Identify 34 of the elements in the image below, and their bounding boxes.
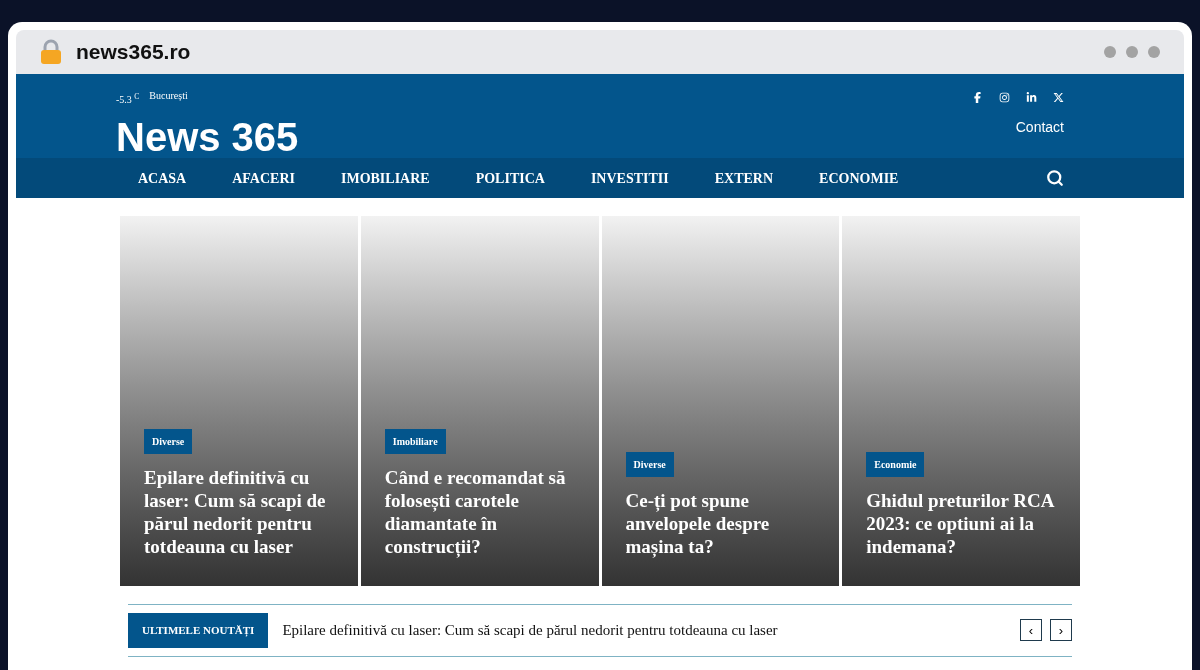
next-button[interactable]: ›	[1050, 619, 1072, 642]
previous-button[interactable]: ‹	[1020, 619, 1042, 642]
category-tag[interactable]: Diverse	[144, 429, 193, 454]
lock-icon	[40, 39, 62, 65]
contact-link[interactable]: Contact	[1015, 117, 1064, 138]
ticker-label: ULTIMELE NOUTĂȚI	[128, 613, 269, 648]
nav-link[interactable]: POLITICA	[475, 167, 545, 189]
category-tag[interactable]: Economie	[866, 452, 925, 477]
article-title[interactable]: Ce-ți pot spune anvelopele despre mașina ta?	[625, 489, 816, 558]
nav-link[interactable]: AFACERI	[232, 167, 295, 189]
search-icon[interactable]	[1046, 169, 1064, 187]
x-icon[interactable]	[1053, 92, 1064, 103]
facebook-icon[interactable]	[972, 92, 983, 103]
site-logo[interactable]: News 365	[116, 113, 299, 161]
nav-link[interactable]: INVESTITII	[590, 167, 669, 189]
category-tag[interactable]: Diverse	[625, 452, 674, 477]
url-text[interactable]: news365.ro	[76, 36, 191, 68]
article-title[interactable]: Epilare definitivă cu laser: Cum să scapi de părul nedorit pentru totdeauna cu laser	[144, 466, 334, 558]
article-card[interactable]: Economie Ghidul preturilor RCA 2023: ce optiuni ai la indemana?	[842, 216, 1080, 586]
category-tag[interactable]: Imobiliare	[384, 429, 446, 454]
article-title[interactable]: Când e recomandat să folosești carotele diamantate în construcții?	[384, 466, 575, 558]
nav-link[interactable]: ECONOMIE	[819, 167, 899, 189]
article-card[interactable]: Diverse Ce-ți pot spune anvelopele despre mașina ta?	[601, 216, 840, 586]
nav-link[interactable]: EXTERN	[714, 167, 774, 189]
ticker-headline[interactable]: Epilare definitivă cu laser: Cum să scapi de părul nedorit pentru totdeauna cu laser	[282, 619, 778, 642]
article-card[interactable]: Imobiliare Când e recomandat să folosești carotele diamantate în construcții?	[360, 216, 599, 586]
nav-link[interactable]: ACASA	[138, 167, 187, 189]
instagram-icon[interactable]	[999, 92, 1010, 103]
article-card[interactable]: Diverse Epilare definitivă cu laser: Cum să scapi de părul nedorit pentru totdeauna cu laser	[120, 216, 358, 586]
city-text: București	[149, 89, 188, 103]
article-title[interactable]: Ghidul preturilor RCA 2023: ce optiuni ai la indemana?	[866, 489, 1056, 558]
temperature-text: -5.3 $^{C}$	[116, 92, 140, 107]
nav-link[interactable]: IMOBILIARE	[341, 167, 430, 189]
linkedin-icon[interactable]	[1026, 92, 1037, 103]
